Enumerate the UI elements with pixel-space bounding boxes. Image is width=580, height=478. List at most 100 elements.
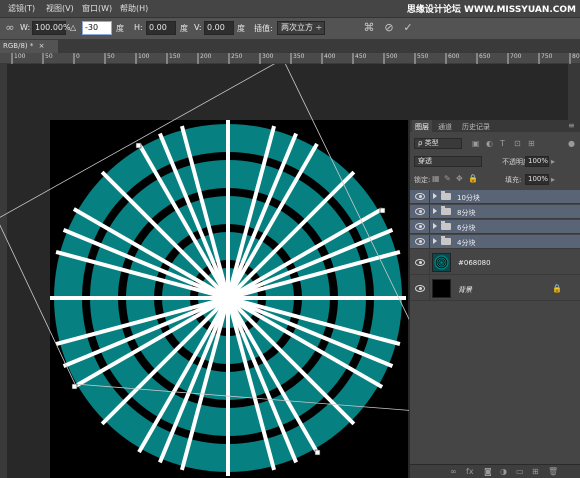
commit-transform-icon[interactable]: ✓: [400, 20, 416, 36]
interpolation-select[interactable]: 两次立方 ÷: [277, 21, 325, 35]
ruler-tick-label: 350: [293, 53, 305, 60]
document-tab-label: RGB/8) *: [3, 42, 34, 50]
lock-icon: 🔒: [552, 284, 562, 293]
layer-name: 4分块: [457, 239, 476, 247]
visibility-eye-icon[interactable]: [415, 193, 425, 200]
layer-thumbnail: [432, 253, 451, 272]
tab-history[interactable]: 历史记录: [462, 122, 490, 132]
layer-group-row[interactable]: 10分块: [410, 190, 580, 204]
ruler-tick-label: 600: [448, 53, 460, 60]
panel-menu-icon[interactable]: ≡: [568, 121, 575, 130]
folder-icon: [441, 221, 451, 230]
fill-dropdown-icon[interactable]: ▸: [551, 175, 555, 184]
fill-field[interactable]: 100%: [525, 174, 549, 185]
expand-chevron-icon[interactable]: [433, 223, 437, 229]
transform-handle[interactable]: [314, 449, 321, 456]
ruler-tick-label: 50: [107, 53, 115, 60]
panel-dock-strip: [568, 64, 580, 120]
expand-chevron-icon[interactable]: [433, 193, 437, 199]
document-tab[interactable]: RGB/8) * ×: [0, 40, 58, 53]
menu-help[interactable]: 帮助(H): [120, 3, 148, 14]
lock-row: 锁定: ▦ ✎ ✥ 🔒 填充: 100% ▸: [410, 172, 580, 187]
trash-icon[interactable]: 🗑: [548, 467, 558, 476]
transform-handle[interactable]: [379, 207, 386, 214]
document-tab-bar: RGB/8) * ×: [0, 40, 580, 53]
transform-options-bar: ∞ W: 100.00% △ -30 度 H: 0.00 度 V: 0.00 度…: [0, 18, 580, 40]
lock-pixels-icon[interactable]: ✎: [444, 174, 451, 183]
panel-tab-bar: 图层 通道 历史记录 ≡: [410, 120, 580, 132]
folder-icon: [441, 206, 451, 215]
transform-bounding-box[interactable]: [0, 64, 409, 478]
v-skew-label: V:: [194, 23, 202, 32]
tab-channels[interactable]: 通道: [438, 122, 452, 132]
watermark: 思缘设计论坛 WWW.MISSYUAN.COM: [406, 5, 576, 15]
ruler-tick-label: 550: [417, 53, 429, 60]
menu-window[interactable]: 窗口(W): [82, 3, 112, 14]
menu-filter[interactable]: 滤镜(T): [8, 3, 35, 14]
mask-icon[interactable]: ◙: [484, 467, 492, 476]
link-icon[interactable]: ∞: [450, 467, 457, 476]
lock-position-icon[interactable]: ✥: [456, 174, 463, 183]
adjustment-filter-icon[interactable]: ◐: [486, 139, 493, 148]
v-skew-field[interactable]: 0.00: [204, 21, 234, 35]
h-skew-field[interactable]: 0.00: [146, 21, 176, 35]
layers-panel: 图层 通道 历史记录 ≡ ρ 类型 ▣ ◐ T ⊡ ⊞ ● 穿透 不透明度: 1…: [409, 120, 580, 478]
angle-label: △: [70, 23, 77, 32]
opacity-dropdown-icon[interactable]: ▸: [551, 157, 555, 166]
transform-handle[interactable]: [135, 142, 142, 149]
layer-name: #068080: [458, 259, 491, 267]
reference-point-icon[interactable]: [224, 294, 234, 304]
expand-chevron-icon[interactable]: [433, 238, 437, 244]
filter-toggle-icon[interactable]: ●: [568, 139, 575, 148]
layer-row[interactable]: 背景 🔒: [410, 276, 580, 301]
visibility-eye-icon[interactable]: [415, 285, 425, 292]
new-layer-icon[interactable]: ⊞: [532, 467, 539, 476]
shape-filter-icon[interactable]: ⊡: [514, 139, 521, 148]
rotation-angle-field[interactable]: -30: [82, 21, 112, 35]
fill-label: 填充:: [505, 176, 522, 184]
type-filter-icon[interactable]: T: [500, 139, 505, 148]
ruler-tick-label: 750: [541, 53, 553, 60]
visibility-eye-icon[interactable]: [415, 223, 425, 230]
ruler-tick-label: 800: [572, 53, 580, 60]
layer-group-row[interactable]: 6分块: [410, 220, 580, 234]
blend-mode-select[interactable]: 穿透: [414, 156, 482, 167]
warp-mode-icon[interactable]: ⌘: [361, 20, 377, 36]
folder-icon: [441, 236, 451, 245]
layer-group-row[interactable]: 4分块: [410, 235, 580, 249]
ruler-tick-label: 200: [200, 53, 212, 60]
width-label: W:: [20, 23, 31, 32]
link-proportions-icon[interactable]: ∞: [2, 20, 18, 36]
h-skew-label: H:: [134, 23, 143, 32]
ruler-tick-label: 500: [386, 53, 398, 60]
transform-handle[interactable]: [71, 383, 78, 390]
layer-name: 背景: [458, 286, 472, 294]
visibility-eye-icon[interactable]: [415, 208, 425, 215]
horizontal-ruler: 100 50 0 50 100 150 200 250 300 350 400 450 500 550 60…: [0, 53, 580, 64]
adjustment-icon[interactable]: ◑: [500, 467, 507, 476]
fx-icon[interactable]: fx: [466, 467, 474, 476]
pixel-filter-icon[interactable]: ▣: [472, 139, 480, 148]
close-tab-icon[interactable]: ×: [39, 42, 45, 50]
opacity-field[interactable]: 100%: [525, 156, 549, 167]
layer-group-row[interactable]: 8分块: [410, 205, 580, 219]
lock-transparency-icon[interactable]: ▦: [432, 174, 440, 183]
ruler-ticks: [11, 53, 571, 64]
expand-chevron-icon[interactable]: [433, 208, 437, 214]
menu-view[interactable]: 视图(V): [46, 3, 74, 14]
layers-panel-footer: ∞ fx ◙ ◑ ▭ ⊞ 🗑: [410, 464, 580, 478]
layer-row[interactable]: #068080: [410, 250, 580, 275]
visibility-eye-icon[interactable]: [415, 238, 425, 245]
layer-name: 6分块: [457, 224, 476, 232]
ruler-tick-label: 700: [510, 53, 522, 60]
folder-icon[interactable]: ▭: [516, 467, 524, 476]
visibility-eye-icon[interactable]: [415, 259, 425, 266]
tab-layers[interactable]: 图层: [412, 120, 432, 132]
smart-object-filter-icon[interactable]: ⊞: [528, 139, 535, 148]
width-field[interactable]: 100.00%: [32, 21, 71, 35]
kind-filter-select[interactable]: ρ 类型: [414, 138, 462, 149]
ruler-tick-label: 450: [355, 53, 367, 60]
lock-all-icon[interactable]: 🔒: [468, 174, 478, 183]
layer-thumbnail: [432, 279, 451, 298]
cancel-transform-icon[interactable]: ⊘: [381, 20, 397, 36]
